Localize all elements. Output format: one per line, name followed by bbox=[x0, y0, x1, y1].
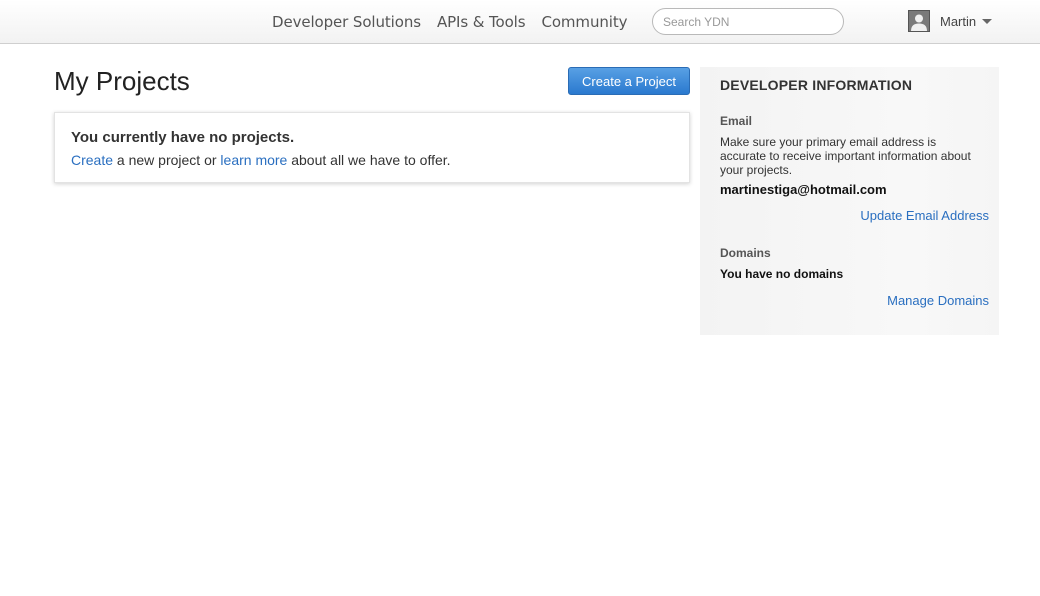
email-description: Make sure your primary email address is … bbox=[720, 135, 971, 177]
no-projects-title: You currently have no projects. bbox=[71, 129, 295, 146]
main-nav: Developer Solutions APIs & Tools Communi… bbox=[272, 0, 643, 44]
nav-community[interactable]: Community bbox=[541, 13, 627, 31]
developer-info-panel: DEVELOPER INFORMATION Email Make sure yo… bbox=[700, 67, 999, 335]
no-projects-card: You currently have no projects. Create a… bbox=[54, 112, 690, 183]
domains-value: You have no domains bbox=[720, 267, 844, 281]
learn-more-link[interactable]: learn more bbox=[220, 152, 287, 168]
update-email-link[interactable]: Update Email Address bbox=[720, 208, 989, 223]
user-avatar-icon bbox=[908, 10, 930, 32]
search-input[interactable] bbox=[652, 8, 844, 35]
page-title: My Projects bbox=[54, 66, 190, 96]
chevron-down-icon bbox=[982, 19, 993, 24]
top-navigation-bar: Developer Solutions APIs & Tools Communi… bbox=[0, 0, 1040, 44]
nav-developer-solutions[interactable]: Developer Solutions bbox=[272, 13, 421, 31]
email-value: martinestiga@hotmail.com bbox=[720, 182, 887, 197]
create-project-button[interactable]: Create a Project bbox=[568, 67, 690, 95]
no-projects-text-part-1: a new project or bbox=[113, 152, 221, 168]
create-link[interactable]: Create bbox=[71, 152, 113, 168]
nav-apis-tools[interactable]: APIs & Tools bbox=[437, 13, 526, 31]
manage-domains-link[interactable]: Manage Domains bbox=[720, 293, 989, 308]
domains-label: Domains bbox=[720, 246, 771, 260]
no-projects-text: Create a new project or learn more about… bbox=[71, 152, 673, 168]
no-projects-text-part-2: about all we have to offer. bbox=[287, 152, 451, 168]
username-label: Martin bbox=[940, 13, 977, 29]
email-label: Email bbox=[720, 114, 753, 128]
user-menu[interactable]: Martin bbox=[908, 10, 993, 32]
developer-info-heading: DEVELOPER INFORMATION bbox=[720, 77, 913, 93]
